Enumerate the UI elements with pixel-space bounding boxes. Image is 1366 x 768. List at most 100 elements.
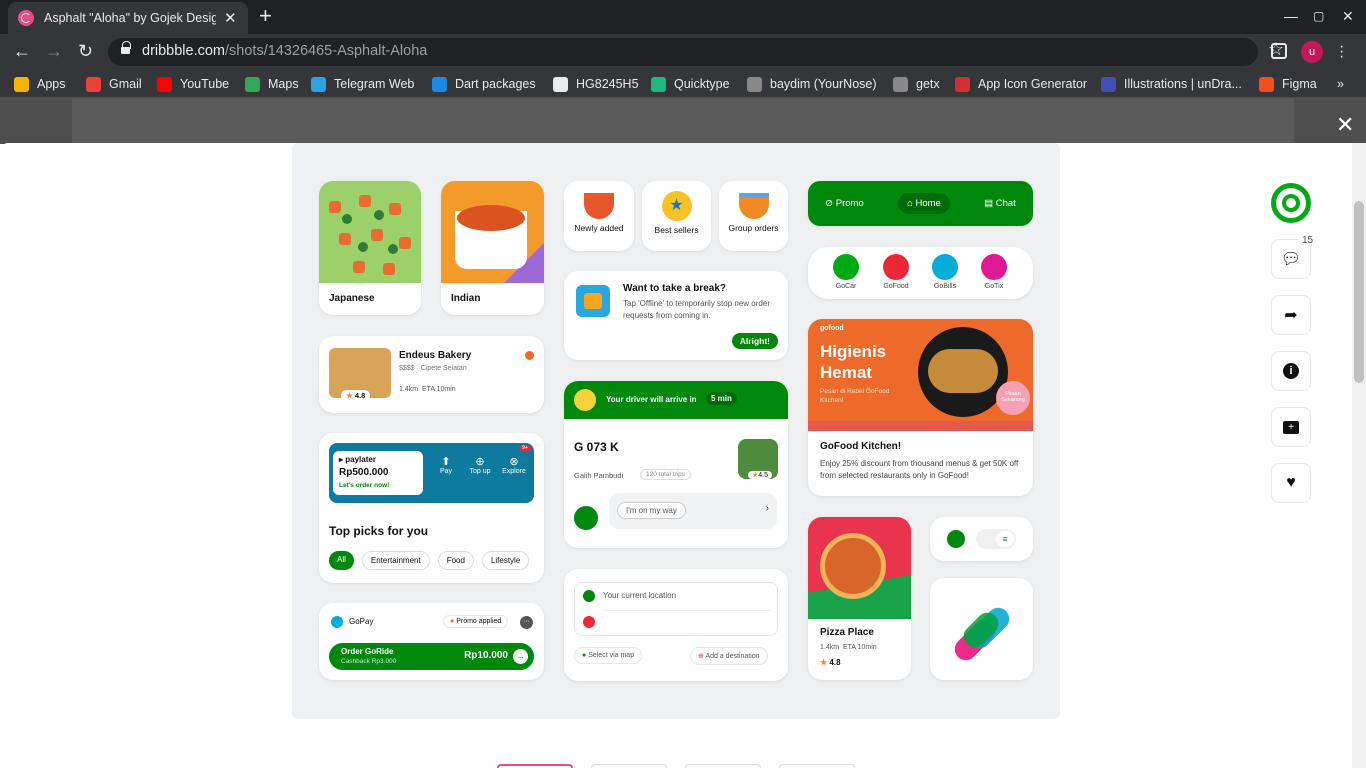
medal-icon: ★ (661, 191, 692, 221)
bookmark-favicon-icon (245, 76, 260, 92)
bookmark-favicon-icon (553, 76, 568, 92)
window-close-icon[interactable]: ✕ (1342, 8, 1354, 25)
gofood-icon[interactable] (883, 254, 909, 280)
call-driver-icon[interactable] (574, 506, 598, 530)
nav-promo[interactable]: ⊘ Promo (825, 198, 864, 209)
address-bar[interactable]: dribbble.com/shots/14326465-Asphalt-Aloh… (108, 38, 1258, 66)
bookmark-label: Gmail (109, 77, 142, 91)
dribbble-favicon-icon (18, 10, 34, 26)
promo-flame-icon (525, 351, 534, 360)
browser-tab[interactable]: Asphalt "Aloha" by Gojek Design ✕ (8, 2, 248, 34)
bookmark-item[interactable]: Quicktype (651, 76, 730, 92)
gotix-icon[interactable] (981, 254, 1007, 280)
bookmark-item[interactable]: Telegram Web (311, 76, 414, 92)
attachment-thumb-1[interactable] (497, 764, 573, 768)
grid-list-switch[interactable]: ≡ (976, 529, 1016, 549)
japanese-image (319, 181, 421, 283)
new-tab-icon[interactable]: + (259, 5, 272, 27)
bookmark-item[interactable]: Gmail (86, 76, 142, 92)
save-to-collection-button[interactable]: + (1271, 407, 1311, 447)
bookmark-favicon-icon (432, 76, 447, 92)
pay-button[interactable]: ⬆ Pay (431, 455, 461, 475)
gofood-banner: gofood Higienis Hemat Pesan di Rebel GoFo… (808, 319, 1033, 431)
bookmark-item[interactable]: Apps (14, 76, 66, 92)
like-button[interactable]: ♥ (1271, 463, 1311, 503)
bookmark-label: getx (916, 77, 940, 91)
bookmark-label: Illustrations | unDra... (1124, 77, 1242, 91)
bookmark-favicon-icon (1101, 76, 1116, 92)
explore-button[interactable]: ⊗ Explore (497, 455, 531, 475)
order-goride-button[interactable]: Order GoRide Cashback Rp3.000 Rp10.000 → (329, 643, 534, 670)
bookmark-favicon-icon (157, 76, 172, 92)
location-card: Your current location ● Select via map ⊕… (564, 569, 788, 681)
alright-button[interactable]: Alright! (731, 333, 778, 349)
japanese-label: Japanese (329, 293, 375, 304)
bookmark-item[interactable]: YouTube (157, 76, 229, 92)
attachment-thumb-4[interactable] (779, 764, 855, 768)
indian-label: Indian (451, 293, 481, 304)
folder-plus-icon: + (1283, 420, 1299, 434)
bookmark-label: Maps (268, 77, 299, 91)
chip-lifestyle[interactable]: Lifestyle (481, 551, 530, 570)
forward-icon[interactable]: → (45, 41, 63, 62)
info-icon: i (1283, 363, 1299, 379)
bookmark-label: Dart packages (455, 77, 536, 91)
attachment-thumb-3[interactable] (685, 764, 761, 768)
driver-card: Your driver will arrive in 5 min G 073 K… (564, 381, 788, 548)
select-map-button[interactable]: ● Select via map (574, 647, 643, 664)
profile-avatar[interactable]: u (1301, 41, 1323, 63)
topup-button[interactable]: ⊕ Top up (463, 455, 497, 475)
gopay-card: GoPay ● Promo applied ··· Order GoRide C… (319, 603, 544, 680)
paylater-banner: ▸ paylater Rp500.000 Let's order now! ⬆ P… (329, 443, 534, 503)
break-icon (576, 285, 610, 317)
bookmark-favicon-icon (747, 76, 762, 92)
bookmark-item[interactable]: Maps (245, 76, 299, 92)
more-icon[interactable]: ··· (520, 616, 533, 629)
restaurant-card-pizza: Pizza Place 1.4km ETA 10min ★ 4.8 (808, 517, 911, 680)
tile-best-sellers: ★ Best sellers (642, 181, 711, 251)
bookmark-item[interactable]: Figma (1259, 76, 1317, 92)
driver-banner: Your driver will arrive in 5 min (564, 381, 788, 419)
bottom-nav: ⊘ Promo ⌂ Home ▤ Chat (808, 181, 1033, 226)
chip-entertainment[interactable]: Entertainment (361, 551, 430, 570)
bookmark-item[interactable]: App Icon Generator (955, 76, 1087, 92)
chip-all[interactable]: All (329, 551, 354, 570)
bookmarks-overflow-icon[interactable]: » (1337, 76, 1344, 92)
bookmark-item[interactable]: Illustrations | unDra... (1101, 76, 1242, 92)
nav-home[interactable]: ⌂ Home (898, 193, 950, 214)
destination-icon (583, 616, 595, 628)
page-scrollbar[interactable] (1352, 143, 1366, 768)
gobills-icon[interactable] (932, 254, 958, 280)
maximize-icon[interactable]: ▢ (1313, 9, 1324, 23)
pickup-field[interactable]: Your current location (603, 591, 676, 600)
add-destination-button[interactable]: ⊕ Add a destination (690, 647, 768, 665)
extensions-icon[interactable] (1271, 43, 1287, 59)
close-shot-icon[interactable]: ✕ (1336, 112, 1354, 138)
chat-bubble-icon[interactable] (947, 530, 965, 548)
chat-driver-field[interactable]: I'm on my way › (609, 493, 777, 529)
reload-icon[interactable]: ↻ (78, 41, 93, 62)
bookmark-item[interactable]: baydim (YourNose) (747, 76, 877, 92)
promo-applied-badge: ● Promo applied (443, 615, 509, 628)
bookmark-item[interactable]: Dart packages (432, 76, 536, 92)
minimize-icon[interactable]: — (1284, 8, 1298, 24)
back-icon[interactable]: ← (13, 41, 31, 62)
category-card-indian: Indian (441, 181, 544, 315)
lock-icon (121, 41, 131, 56)
bookmark-label: Telegram Web (334, 77, 415, 91)
bookmark-item[interactable]: getx (893, 76, 940, 92)
shot-image: Japanese Indian Newly added ★ Best selle… (292, 143, 1060, 719)
bookmark-label: App Icon Generator (978, 77, 1088, 91)
chip-food[interactable]: Food (437, 551, 474, 570)
browser-menu-icon[interactable]: · · · (1339, 39, 1344, 65)
tab-close-icon[interactable]: ✕ (224, 9, 237, 27)
pickup-icon (583, 590, 595, 602)
bowl-icon (584, 193, 614, 219)
info-button[interactable]: i (1271, 351, 1311, 391)
share-button[interactable]: ➦ (1271, 295, 1311, 335)
nav-chat[interactable]: ▤ Chat (984, 198, 1016, 209)
bookmark-item[interactable]: HG8245H5 (553, 76, 639, 92)
attachment-thumb-2[interactable] (591, 764, 667, 768)
gojek-designer-avatar[interactable] (1271, 183, 1311, 223)
gocar-icon[interactable] (833, 254, 859, 280)
